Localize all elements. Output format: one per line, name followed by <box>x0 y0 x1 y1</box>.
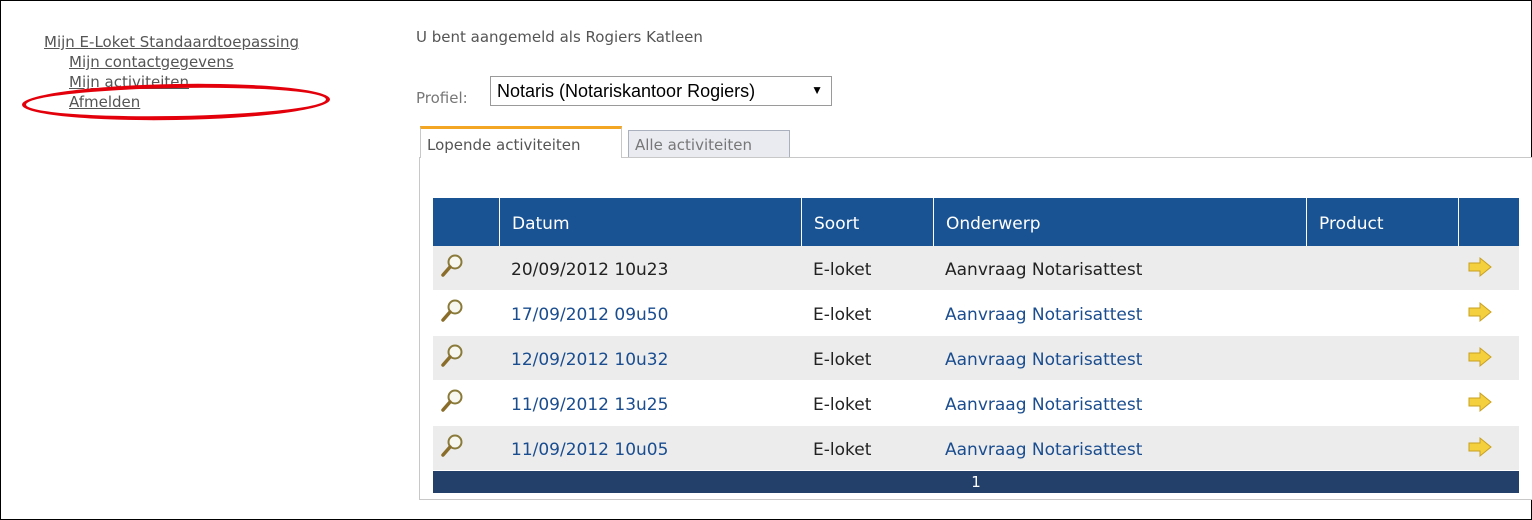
profile-select[interactable]: Notaris (Notariskantoor Rogiers) ▼ <box>490 76 832 106</box>
cell-datum[interactable]: 11/09/2012 10u05 <box>499 426 801 470</box>
cell-soort: E-loket <box>813 350 872 370</box>
cell-product <box>1306 336 1458 380</box>
sidebar-item-contactgegevens[interactable]: Mijn contactgegevens <box>69 52 299 72</box>
page-number[interactable]: 1 <box>971 473 981 491</box>
cell-soort: E-loket <box>813 395 872 415</box>
cell-onderwerp[interactable]: Aanvraag Notarisattest <box>933 246 1306 290</box>
column-header-actions <box>1458 198 1519 246</box>
activities-table: Datum Soort Onderwerp Product 20/09/2012… <box>433 198 1519 493</box>
column-header-onderwerp[interactable]: Onderwerp <box>933 198 1306 246</box>
cell-product <box>1306 426 1458 470</box>
arrow-right-icon[interactable] <box>1467 436 1493 458</box>
magnifier-icon[interactable] <box>439 432 467 460</box>
cell-onderwerp[interactable]: Aanvraag Notarisattest <box>933 426 1306 470</box>
cell-datum[interactable]: 17/09/2012 09u50 <box>499 291 801 335</box>
magnifier-icon[interactable] <box>439 387 467 415</box>
profile-label: Profiel: <box>416 89 468 107</box>
cell-onderwerp[interactable]: Aanvraag Notarisattest <box>933 381 1306 425</box>
arrow-right-icon[interactable] <box>1467 391 1493 413</box>
table-row: 20/09/2012 10u23 E-loket Aanvraag Notarisa… <box>433 246 1519 291</box>
sidebar-main-link[interactable]: Mijn E-Loket Standaardtoepassing <box>44 32 299 52</box>
magnifier-icon[interactable] <box>439 342 467 370</box>
cell-soort: E-loket <box>813 260 872 280</box>
pagination: 1 <box>433 471 1519 493</box>
cell-onderwerp[interactable]: Aanvraag Notarisattest <box>933 291 1306 335</box>
cell-product <box>1306 291 1458 335</box>
cell-onderwerp[interactable]: Aanvraag Notarisattest <box>933 336 1306 380</box>
cell-datum[interactable]: 11/09/2012 13u25 <box>499 381 801 425</box>
cell-soort: E-loket <box>813 305 872 325</box>
arrow-right-icon[interactable] <box>1467 346 1493 368</box>
cell-datum[interactable]: 20/09/2012 10u23 <box>499 246 801 290</box>
magnifier-icon[interactable] <box>439 252 467 280</box>
logged-in-status: U bent aangemeld als Rogiers Katleen <box>416 28 703 46</box>
column-header-product[interactable]: Product <box>1306 198 1458 246</box>
table-row: 11/09/2012 13u25 E-loket Aanvraag Notarisa… <box>433 381 1519 426</box>
cell-product <box>1306 246 1458 290</box>
magnifier-icon[interactable] <box>439 297 467 325</box>
profile-select-value: Notaris (Notariskantoor Rogiers) <box>497 81 756 101</box>
column-header-datum[interactable]: Datum <box>499 198 801 246</box>
dropdown-arrow-icon[interactable]: ▼ <box>811 83 823 97</box>
cell-datum[interactable]: 12/09/2012 10u32 <box>499 336 801 380</box>
table-header: Datum Soort Onderwerp Product <box>433 198 1519 246</box>
arrow-right-icon[interactable] <box>1467 301 1493 323</box>
arrow-right-icon[interactable] <box>1467 256 1493 278</box>
table-row: 17/09/2012 09u50 E-loket Aanvraag Notarisa… <box>433 291 1519 336</box>
cell-soort: E-loket <box>813 440 872 460</box>
column-header-soort[interactable]: Soort <box>801 198 933 246</box>
cell-product <box>1306 381 1458 425</box>
tab-lopende-activiteiten[interactable]: Lopende activiteiten <box>420 126 622 158</box>
tab-alle-activiteiten[interactable]: Alle activiteiten <box>628 130 790 158</box>
table-row: 12/09/2012 10u32 E-loket Aanvraag Notarisa… <box>433 336 1519 381</box>
table-row: 11/09/2012 10u05 E-loket Aanvraag Notarisa… <box>433 426 1519 471</box>
